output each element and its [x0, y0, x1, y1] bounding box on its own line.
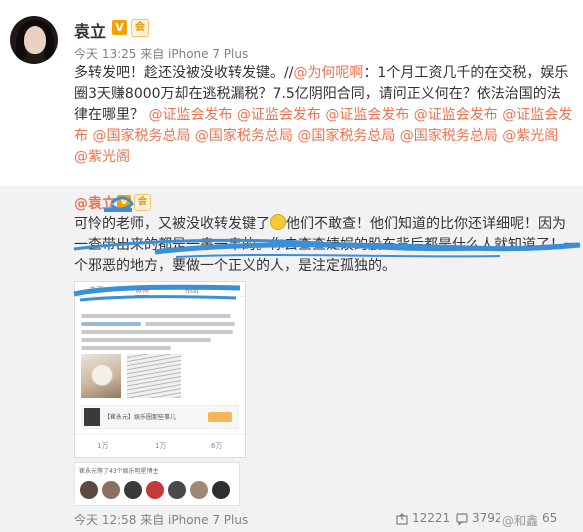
repost-text-mid: 老师，又被没收转发键了 [116, 216, 270, 232]
sweat-emoji-icon [270, 214, 286, 230]
like-count[interactable]: 65 [542, 511, 557, 525]
screenshot-text-line [145, 322, 235, 326]
post-timestamp: 今天 13:25 来自 iPhone 7 Plus [74, 47, 249, 61]
screenshot-stat-like: 6万 [211, 442, 223, 450]
screenshot-stats: 1万 1万 6万 [75, 434, 245, 455]
screenshot-tab-album: 相册 [185, 286, 199, 294]
follower-avatar [101, 480, 121, 500]
avatar-face [24, 26, 46, 54]
repost-author-name[interactable]: @袁立 [74, 193, 116, 213]
comment-count[interactable]: 3792 [472, 511, 503, 525]
mention-link[interactable]: @为何呢啊 [293, 65, 363, 81]
embedded-screenshot[interactable]: 主页 微博 相册 【崔永元】娱乐圈那些事儿 1万 1万 6万 [74, 281, 246, 458]
weibo-post: 袁立 V 会 今天 13:25 来自 iPhone 7 Plus 多转发吧！趁还… [0, 0, 583, 532]
author-name[interactable]: 袁立 [74, 18, 106, 42]
share-count[interactable]: 12221 [412, 511, 450, 525]
screenshot-cat-photo [81, 354, 121, 398]
embedded-follower-strip[interactable]: 崔永元等了43个娱乐明星博主 [74, 462, 240, 506]
follower-avatar [167, 480, 187, 500]
screenshot-text-line [81, 314, 231, 318]
screenshot-tab-home: 主页 [89, 286, 103, 294]
screenshot-stat-comment: 1万 [155, 442, 167, 450]
card-button [208, 412, 232, 422]
follower-avatar [79, 480, 99, 500]
screenshot-link-line [81, 322, 141, 326]
follower-avatar [211, 480, 231, 500]
author-avatar[interactable] [10, 16, 58, 64]
screenshot-text-line [81, 330, 233, 334]
card-label: 【崔永元】娱乐圈那些事儿 [104, 414, 177, 421]
post-text: 多转发吧！趁还没被没收转发键。//@为何呢啊：1个月工资几千的在交税，娱乐圈3天… [74, 63, 574, 168]
repost-verified-badge-icon: V [117, 195, 131, 209]
mention-list[interactable]: @证监会发布 @证监会发布 @证监会发布 @证监会发布 @证监会发布 @国家税务… [74, 107, 572, 165]
share-icon[interactable] [396, 513, 408, 525]
watermark: @和鑫 [500, 512, 541, 529]
repost-text: 可怜的老师，又被没收转发键了 他们不敢查！他们知道的比你还详细呢！因为一查带出来的… [74, 214, 578, 277]
follower-avatar [123, 480, 143, 500]
follower-avatar [189, 480, 209, 500]
screenshot-tabs: 主页 微博 相册 [75, 282, 245, 297]
card-thumbnail [84, 408, 100, 426]
screenshot-video-card: 【崔永元】娱乐圈那些事儿 [81, 405, 239, 429]
comment-icon[interactable] [456, 513, 468, 525]
post-text-intro: 多转发吧！趁还没被没收转发键。// [74, 65, 294, 81]
repost-text-start: 可怜的 [74, 216, 116, 232]
follower-avatar [145, 480, 165, 500]
repost-vip-badge-icon: 会 [134, 194, 151, 211]
vip-badge-icon: 会 [131, 19, 149, 37]
screenshot-text-line [81, 346, 171, 350]
follower-strip-text: 崔永元等了43个娱乐明星博主 [79, 468, 159, 475]
repost-timestamp: 今天 12:58 来自 iPhone 7 Plus [74, 513, 249, 527]
screenshot-text-line [81, 338, 211, 342]
screenshot-tab-weibo: 微博 [135, 286, 149, 296]
screenshot-stat-repost: 1万 [97, 442, 109, 450]
screenshot-document-photo [127, 354, 181, 398]
verified-badge-icon: V [112, 20, 127, 35]
